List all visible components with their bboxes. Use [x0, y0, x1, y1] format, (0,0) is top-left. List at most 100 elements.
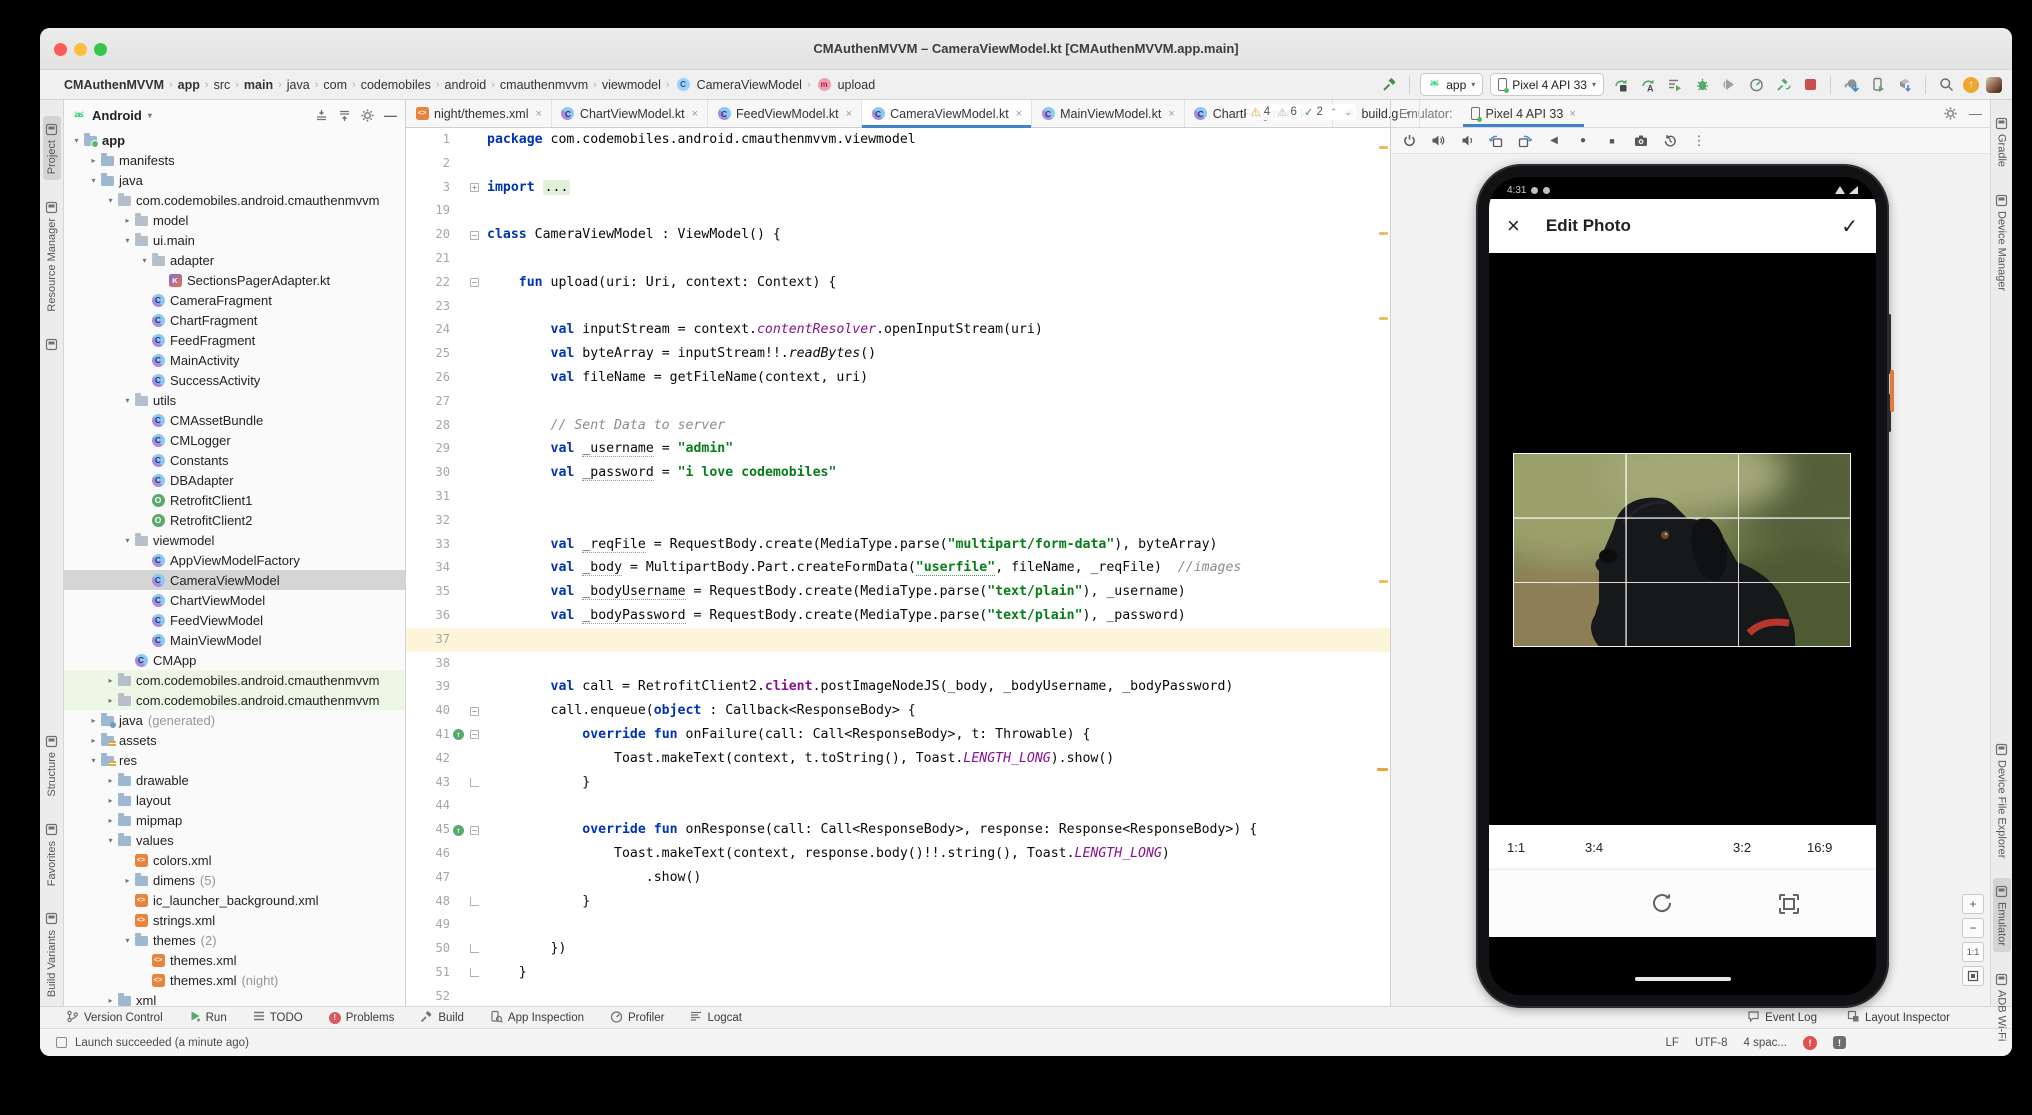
tree-row[interactable]: ▾utils: [64, 390, 405, 410]
tree-chevron-icon[interactable]: ▾: [138, 256, 151, 265]
run-configurations-icon[interactable]: [1665, 75, 1685, 95]
chevron-down-icon[interactable]: ▾: [1406, 109, 1410, 118]
rotate-left-icon[interactable]: [1488, 133, 1504, 149]
tree-chevron-icon[interactable]: ▸: [104, 996, 117, 1005]
tree-row[interactable]: CSuccessActivity: [64, 370, 405, 390]
fold-collapse-icon[interactable]: −: [470, 231, 479, 240]
profile-button[interactable]: [1746, 75, 1766, 95]
close-icon[interactable]: ×: [535, 108, 541, 120]
toolwindow-button-logcat[interactable]: Logcat: [690, 1010, 742, 1026]
window-minimize-button[interactable]: [74, 43, 87, 56]
toolwindow-button-profiler[interactable]: Profiler: [610, 1010, 664, 1026]
tab-cameraviewmodel-kt[interactable]: CCameraViewModel.kt×: [862, 100, 1032, 127]
zoom-in-button[interactable]: +: [1962, 894, 1984, 914]
code-area[interactable]: 1package com.codemobiles.android.cmauthe…: [406, 128, 1390, 1006]
toolwindow-button-version-control[interactable]: Version Control: [66, 1010, 163, 1026]
tree-chevron-icon[interactable]: ▸: [87, 716, 100, 725]
close-icon[interactable]: ×: [1168, 108, 1174, 120]
breadcrumb-item[interactable]: com: [321, 78, 349, 92]
zoom-out-button[interactable]: −: [1962, 918, 1984, 938]
close-icon[interactable]: ×: [692, 108, 698, 120]
tree-row[interactable]: <>themes.xml(night): [64, 970, 405, 990]
breadcrumb-item[interactable]: CameraViewModel: [695, 78, 804, 92]
tree-chevron-icon[interactable]: ▸: [104, 676, 117, 685]
device-selector[interactable]: Pixel 4 API 33 ▾: [1490, 73, 1604, 96]
tree-chevron-icon[interactable]: ▾: [121, 536, 134, 545]
tree-row[interactable]: CCMApp: [64, 650, 405, 670]
tree-row[interactable]: CFeedFragment: [64, 330, 405, 350]
sidebar-item-favorites[interactable]: Favorites: [43, 817, 61, 892]
tree-chevron-icon[interactable]: ▸: [121, 216, 134, 225]
crop-grid-overlay[interactable]: [1513, 453, 1851, 647]
apply-code-changes-button[interactable]: A: [1638, 75, 1658, 95]
more-options-icon[interactable]: ⋮: [1691, 133, 1707, 149]
window-zoom-button[interactable]: [94, 43, 107, 56]
tree-row[interactable]: KSectionsPagerAdapter.kt: [64, 270, 405, 290]
sidebar-item-emulator[interactable]: Emulator: [1993, 878, 2011, 952]
gear-icon[interactable]: [1944, 107, 1957, 120]
aspect-ratio-option-3-4[interactable]: 3:4: [1585, 825, 1603, 869]
breadcrumb-item[interactable]: upload: [836, 78, 878, 92]
breadcrumb-item[interactable]: codemobiles: [359, 78, 433, 92]
tree-row[interactable]: ▾ui.main: [64, 230, 405, 250]
stop-button[interactable]: [1800, 75, 1820, 95]
ide-update-icon[interactable]: ↑: [1963, 77, 1979, 93]
tree-row[interactable]: <>strings.xml: [64, 910, 405, 930]
toolwindow-button-layout-inspector[interactable]: Layout Inspector: [1847, 1010, 1950, 1026]
tree-row[interactable]: ▸com.codemobiles.android.cmauthenmvvm: [64, 670, 405, 690]
run-config-selector[interactable]: app ▾: [1420, 73, 1483, 96]
tree-row[interactable]: ▾app: [64, 130, 405, 150]
toolwindow-button-problems[interactable]: !Problems: [329, 1010, 395, 1026]
tree-row[interactable]: ▾adapter: [64, 250, 405, 270]
tree-row[interactable]: ▸drawable: [64, 770, 405, 790]
breadcrumb-item[interactable]: app: [176, 78, 202, 92]
build-hammer-icon[interactable]: [1379, 75, 1399, 95]
tree-chevron-icon[interactable]: ▾: [121, 396, 134, 405]
home-icon[interactable]: ●: [1575, 133, 1591, 149]
run-widget-icon[interactable]: [56, 1037, 67, 1048]
tree-row[interactable]: ORetrofitClient2: [64, 510, 405, 530]
prev-problem-icon[interactable]: ⌃: [1330, 107, 1338, 118]
status-item[interactable]: LF: [1666, 1037, 1679, 1049]
tree-chevron-icon[interactable]: ▸: [121, 876, 134, 885]
tree-row[interactable]: ▾res: [64, 750, 405, 770]
close-icon[interactable]: ×: [1569, 108, 1575, 120]
tree-row[interactable]: CMainActivity: [64, 350, 405, 370]
window-close-button[interactable]: [54, 43, 67, 56]
tree-row[interactable]: CAppViewModelFactory: [64, 550, 405, 570]
close-icon[interactable]: ×: [846, 108, 852, 120]
zoom-reset-button[interactable]: 1:1: [1962, 942, 1984, 962]
fatal-error-badge[interactable]: !: [1833, 1036, 1846, 1049]
back-icon[interactable]: ◀: [1546, 133, 1562, 149]
tree-row[interactable]: ORetrofitClient1: [64, 490, 405, 510]
tab-night-themes-xml[interactable]: <>night/themes.xml×: [406, 100, 552, 127]
emulator-device-tab[interactable]: Pixel 4 API 33 ×: [1463, 100, 1584, 127]
breadcrumb-item[interactable]: src: [212, 78, 233, 92]
fold-collapse-icon[interactable]: −: [470, 730, 479, 739]
tree-row[interactable]: ▸manifests: [64, 150, 405, 170]
tree-row[interactable]: ▸mipmap: [64, 810, 405, 830]
fold-expand-icon[interactable]: +: [470, 183, 479, 192]
stripe-orange-mark[interactable]: [1377, 768, 1388, 771]
sidebar-item-device-manager[interactable]: Device Manager: [1993, 187, 2011, 297]
hide-panel-icon[interactable]: —: [1969, 106, 1982, 121]
aspect-ratio-option-1-1[interactable]: 1:1: [1507, 825, 1525, 869]
tree-chevron-icon[interactable]: ▾: [70, 136, 83, 145]
search-everywhere-icon[interactable]: [1936, 75, 1956, 95]
collapse-all-icon[interactable]: [338, 109, 351, 122]
inspections-widget[interactable]: ⚠4 ⚠6 ✓2 ⌃ ⌄: [1246, 104, 1356, 120]
override-method-icon[interactable]: ↑: [453, 825, 464, 836]
tab-chartviewmodel-kt[interactable]: CChartViewModel.kt×: [552, 100, 708, 127]
tree-row[interactable]: CConstants: [64, 450, 405, 470]
tree-row[interactable]: <>themes.xml: [64, 950, 405, 970]
tree-row[interactable]: CCMLogger: [64, 430, 405, 450]
tree-row[interactable]: CDBAdapter: [64, 470, 405, 490]
tree-chevron-icon[interactable]: ▸: [87, 156, 100, 165]
tree-row[interactable]: ▸layout: [64, 790, 405, 810]
crop-expand-icon[interactable]: [1777, 892, 1801, 921]
sidebar-item-bookmarks[interactable]: [43, 332, 61, 358]
toolwindow-button-build[interactable]: Build: [420, 1010, 464, 1026]
tree-row[interactable]: ▸model: [64, 210, 405, 230]
photo-crop-preview[interactable]: [1513, 453, 1851, 647]
tree-chevron-icon[interactable]: ▾: [87, 756, 100, 765]
